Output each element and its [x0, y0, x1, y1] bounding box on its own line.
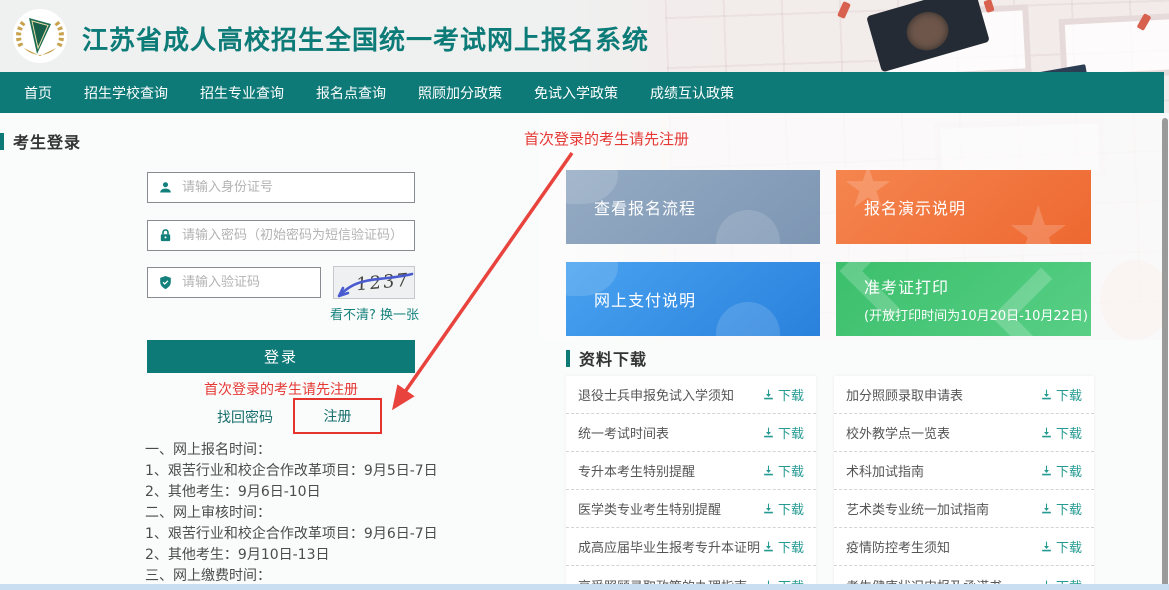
download-row: 医学类专业考生特别提醒 下载	[566, 490, 816, 528]
captcha-field[interactable]	[147, 267, 321, 298]
password-input[interactable]	[182, 228, 414, 243]
schedule-notice: 一、网上报名时间： 1、艰苦行业和校企合作改革项目：9月5日-7日 2、其他考生…	[145, 440, 438, 590]
register-highlight-box: 注册	[293, 398, 382, 434]
password-field[interactable]	[147, 220, 415, 251]
download-icon	[762, 502, 775, 515]
captcha-image[interactable]: 1237	[333, 266, 415, 299]
shield-check-icon	[158, 275, 173, 290]
register-annotation-text: 首次登录的考生请先注册	[524, 128, 689, 149]
download-link[interactable]: 下载	[1040, 423, 1082, 442]
nav-item-exemption-policy[interactable]: 免试入学政策	[534, 83, 618, 103]
nav-item-bonus-policy[interactable]: 照顾加分政策	[418, 83, 502, 103]
nav-item-home[interactable]: 首页	[24, 83, 52, 103]
download-icon	[1040, 388, 1053, 401]
page: 江苏省成人高校招生全国统一考试网上报名系统 首页 招生学校查询 招生专业查询 报…	[0, 0, 1169, 590]
captcha-scribble	[334, 267, 415, 299]
photo-blur-blob	[1100, 260, 1169, 340]
download-icon	[1040, 540, 1053, 553]
notice-line: 1、艰苦行业和校企合作改革项目：9月6日-7日	[145, 524, 438, 545]
id-number-field[interactable]	[147, 172, 415, 203]
download-icon	[762, 426, 775, 439]
nav-item-score-recognition-policy[interactable]: 成绩互认政策	[650, 83, 734, 103]
captcha-input[interactable]	[182, 275, 352, 290]
page-title: 江苏省成人高校招生全国统一考试网上报名系统	[82, 20, 649, 57]
notice-line: 二、网上审核时间：	[145, 503, 438, 524]
download-icon	[1040, 502, 1053, 515]
notice-line: 2、其他考生：9月10日-13日	[145, 545, 438, 566]
card-admission-ticket-print[interactable]: 准考证打印 (开放打印时间为10月20日-10月22日)	[836, 262, 1091, 336]
download-row: 成高应届毕业生报考专升本证明 下载	[566, 528, 816, 566]
id-number-input[interactable]	[182, 180, 414, 195]
card-online-payment-info[interactable]: 网上支付说明	[566, 262, 820, 336]
bottom-edge-strip	[0, 584, 1169, 590]
downloads-section-title: 资料下载	[566, 346, 647, 370]
downloads-panel-left: 退役士兵申报免试入学须知 下载 统一考试时间表 下载 专升本考生特别提醒 下载 …	[566, 376, 816, 590]
download-row: 疫情防控考生须知 下载	[834, 528, 1094, 566]
download-link[interactable]: 下载	[762, 499, 804, 518]
downloads-panel-right: 加分照顾录取申请表 下载 校外教学点一览表 下载 术科加试指南 下载 艺术类专业…	[834, 376, 1094, 590]
download-link[interactable]: 下载	[762, 423, 804, 442]
vertical-scrollbar[interactable]	[1162, 118, 1168, 590]
download-link[interactable]: 下载	[762, 537, 804, 556]
nav-item-registration-point-query[interactable]: 报名点查询	[316, 83, 386, 103]
main-nav: 首页 招生学校查询 招生专业查询 报名点查询 照顾加分政策 免试入学政策 成绩互…	[0, 72, 1164, 113]
notice-line: 1、艰苦行业和校企合作改革项目：9月5日-7日	[145, 461, 438, 482]
download-icon	[1040, 464, 1053, 477]
download-row: 校外教学点一览表 下载	[834, 414, 1094, 452]
nav-item-major-query[interactable]: 招生专业查询	[200, 83, 284, 103]
download-icon	[762, 540, 775, 553]
first-login-hint: 首次登录的考生请先注册	[147, 379, 415, 399]
download-link[interactable]: 下载	[762, 461, 804, 480]
login-section-title: 考生登录	[0, 129, 81, 153]
download-link[interactable]: 下载	[1040, 385, 1082, 404]
download-link[interactable]: 下载	[1040, 461, 1082, 480]
nav-item-school-query[interactable]: 招生学校查询	[84, 83, 168, 103]
download-row: 退役士兵申报免试入学须知 下载	[566, 376, 816, 414]
download-row: 术科加试指南 下载	[834, 452, 1094, 490]
user-icon	[158, 180, 173, 195]
site-logo-icon	[12, 8, 68, 64]
download-row: 加分照顾录取申请表 下载	[834, 376, 1094, 414]
notice-line: 一、网上报名时间：	[145, 440, 438, 461]
download-row: 艺术类专业统一加试指南 下载	[834, 490, 1094, 528]
download-link[interactable]: 下载	[1040, 537, 1082, 556]
download-row: 统一考试时间表 下载	[566, 414, 816, 452]
lock-icon	[158, 228, 173, 243]
download-row: 专升本考生特别提醒 下载	[566, 452, 816, 490]
section-marker	[566, 350, 570, 367]
download-icon	[1040, 426, 1053, 439]
download-icon	[762, 464, 775, 477]
card-registration-demo[interactable]: ★ ★ 报名演示说明	[836, 170, 1091, 244]
captcha-refresh-link[interactable]: 看不清? 换一张	[330, 304, 420, 323]
download-icon	[762, 388, 775, 401]
download-link[interactable]: 下载	[762, 385, 804, 404]
forgot-password-link[interactable]: 找回密码	[217, 407, 273, 427]
login-button[interactable]: 登录	[147, 340, 415, 373]
download-link[interactable]: 下载	[1040, 499, 1082, 518]
register-link[interactable]: 注册	[324, 406, 352, 426]
card-view-registration-process[interactable]: 查看报名流程	[566, 170, 820, 244]
notice-line: 2、其他考生：9月6日-10日	[145, 482, 438, 503]
section-marker	[0, 133, 4, 150]
